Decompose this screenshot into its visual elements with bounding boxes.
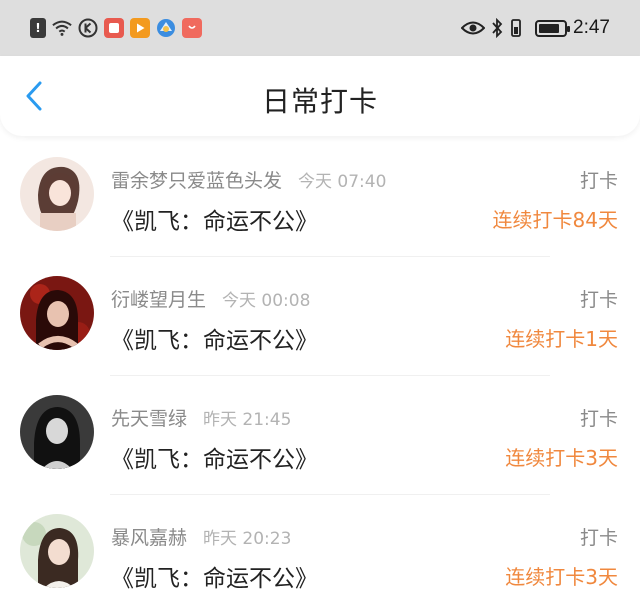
streak-label: 连续打卡3天 — [505, 565, 618, 589]
list-item[interactable]: 衍嵝望月生 今天 00:08 打卡 《凯飞：命运不公》 连续打卡1天 — [0, 257, 640, 376]
avatar[interactable] — [20, 276, 94, 350]
username-text: 暴风嘉赫 — [111, 527, 188, 549]
checkin-button[interactable]: 打卡 — [580, 166, 618, 193]
vibrate-icon — [509, 18, 523, 38]
browser-icon — [156, 18, 176, 38]
avatar[interactable] — [20, 395, 94, 469]
red-app-icon — [104, 18, 124, 38]
checkin-button[interactable]: 打卡 — [580, 285, 618, 312]
battery-icon — [535, 19, 571, 37]
k-app-icon — [78, 18, 98, 38]
eye-icon — [461, 18, 486, 38]
username-text: 雷余梦只爱蓝色头发 — [111, 170, 283, 192]
timestamp: 今天 07:40 — [298, 172, 387, 192]
streak-label: 连续打卡3天 — [505, 446, 618, 470]
list-item[interactable]: 暴风嘉赫 昨天 20:23 打卡 《凯飞：命运不公》 连续打卡3天 — [0, 495, 640, 614]
checkin-content: 《凯飞：命运不公》 — [111, 209, 318, 235]
streak-label: 连续打卡84天 — [492, 208, 618, 232]
username: 雷余梦只爱蓝色头发 今天 07:40 — [111, 166, 386, 193]
username: 衍嵝望月生 今天 00:08 — [111, 285, 310, 312]
status-bar: ! 2:47 — [0, 0, 640, 56]
app-header: 日常打卡 — [0, 56, 640, 136]
bluetooth-icon — [491, 18, 503, 38]
streak-label: 连续打卡1天 — [505, 327, 618, 351]
battery-level — [539, 23, 560, 33]
list-item[interactable]: 先天雪绿 昨天 21:45 打卡 《凯飞：命运不公》 连续打卡3天 — [0, 376, 640, 495]
username-text: 衍嵝望月生 — [111, 289, 207, 311]
username-text: 先天雪绿 — [111, 408, 188, 430]
checkin-button[interactable]: 打卡 — [580, 404, 618, 431]
checkin-content: 《凯飞：命运不公》 — [111, 447, 318, 473]
page-title: 日常打卡 — [261, 85, 378, 118]
avatar[interactable] — [20, 514, 94, 588]
timestamp: 昨天 21:45 — [203, 410, 292, 430]
list-item[interactable]: 雷余梦只爱蓝色头发 今天 07:40 打卡 《凯飞：命运不公》 连续打卡84天 — [0, 138, 640, 257]
checkin-button[interactable]: 打卡 — [580, 523, 618, 550]
status-time: 2:47 — [573, 17, 610, 38]
avatar[interactable] — [20, 157, 94, 231]
wifi-icon — [52, 18, 72, 38]
alert-icon: ! — [30, 18, 46, 38]
timestamp: 今天 00:08 — [222, 291, 311, 311]
status-bar-left: ! — [30, 18, 208, 38]
timestamp: 昨天 20:23 — [203, 529, 292, 549]
video-app-icon — [130, 18, 150, 38]
checkin-content: 《凯飞：命运不公》 — [111, 566, 318, 592]
checkin-list: 雷余梦只爱蓝色头发 今天 07:40 打卡 《凯飞：命运不公》 连续打卡84天 衍… — [0, 138, 640, 614]
shopping-icon — [182, 18, 202, 38]
checkin-content: 《凯飞：命运不公》 — [111, 328, 318, 354]
status-bar-right: 2:47 — [461, 17, 610, 39]
username: 暴风嘉赫 昨天 20:23 — [111, 523, 291, 550]
username: 先天雪绿 昨天 21:45 — [111, 404, 291, 431]
